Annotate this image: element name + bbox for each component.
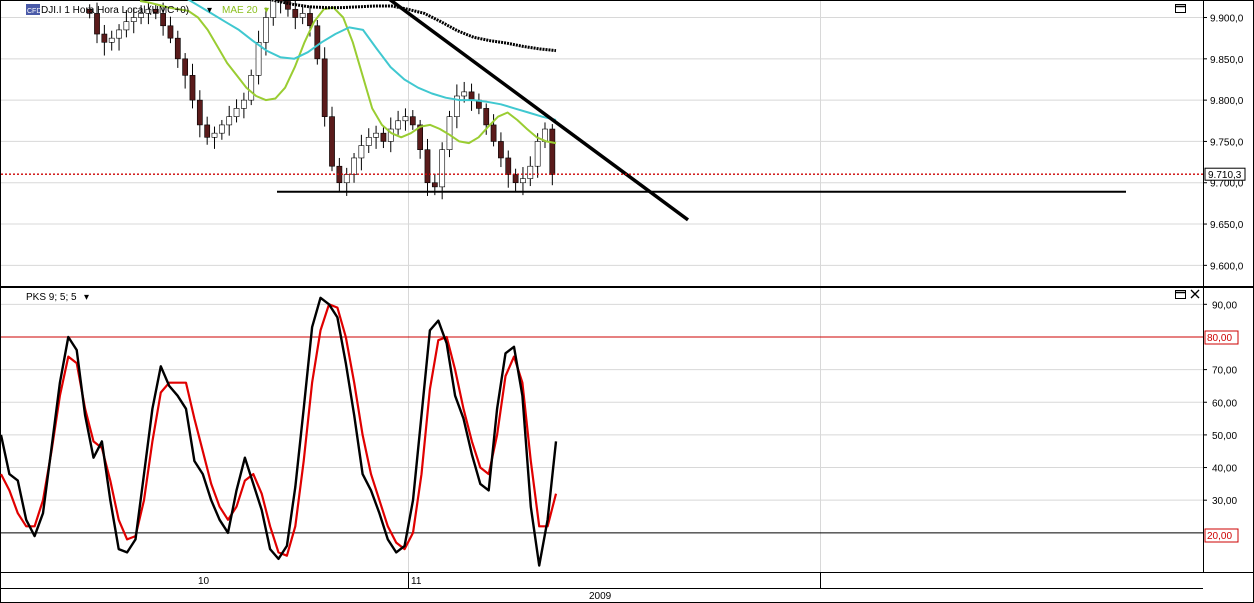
candle-body	[380, 132, 387, 142]
candle-body	[358, 145, 365, 159]
price-maximize-button[interactable]	[1175, 4, 1186, 13]
price-y-tick-label: 9.650,0	[1210, 220, 1244, 231]
candle-body	[292, 8, 299, 18]
osc-y-tick-label: 40,00	[1212, 464, 1237, 475]
price-y-tick-label: 9.750,0	[1210, 137, 1244, 148]
candle-body	[534, 141, 541, 167]
osc-y-tick-label: 90,00	[1212, 300, 1237, 311]
candle-body	[520, 178, 526, 184]
candle-body	[505, 157, 512, 175]
candle-body	[196, 99, 203, 126]
level-80-label: 80,00	[1207, 333, 1232, 344]
candle-body	[182, 58, 189, 76]
candle-body	[108, 37, 115, 43]
mae20-dropdown-icon[interactable]: ▾	[264, 5, 269, 16]
price-y-tick-label: 9.900,0	[1210, 14, 1244, 25]
candle-body	[307, 13, 313, 27]
candle-body	[211, 132, 218, 138]
candle-body	[270, 0, 277, 18]
candle-body	[321, 58, 328, 117]
oscillator-dropdown-icon[interactable]: ▾	[84, 292, 89, 303]
chart-background	[0, 0, 1254, 603]
osc-y-tick-label: 70,00	[1212, 366, 1237, 377]
candle-body	[174, 37, 181, 60]
chart-canvas: 9.900,09.850,09.800,09.750,09.700,09.650…	[0, 0, 1254, 603]
cfd-logo-text: CFD	[27, 8, 41, 15]
candle-body	[241, 99, 247, 109]
price-y-tick-label: 9.850,0	[1210, 55, 1244, 66]
candle-body	[409, 116, 416, 126]
price-y-tick-label: 9.800,0	[1210, 96, 1244, 107]
level-20-tag: 20,00	[1204, 528, 1239, 543]
level-20-label: 20,00	[1207, 531, 1232, 542]
osc-y-tick-label: 30,00	[1212, 496, 1237, 507]
candle-body	[365, 137, 372, 146]
candle-body	[395, 120, 401, 130]
osc-y-tick-label: 50,00	[1212, 431, 1237, 442]
osc-y-tick-label: 60,00	[1212, 398, 1237, 409]
candle-body	[549, 128, 556, 175]
candle-body	[314, 25, 321, 60]
candle-body	[431, 182, 438, 188]
x-day-label-10: 10	[198, 576, 210, 587]
candle-body	[498, 141, 504, 159]
x-year-label: 2009	[589, 591, 612, 602]
last-price-tag: 9.710,3	[1204, 167, 1246, 181]
candle-body	[402, 116, 409, 122]
candle-body	[130, 17, 137, 22]
candle-body	[439, 149, 446, 188]
price-header: CFD DJI.I 1 Hora Hora Local (UMC+0) ▾ MA…	[26, 4, 269, 16]
oscillator-maximize-button[interactable]	[1175, 290, 1186, 299]
candle-body	[101, 33, 108, 43]
candle-body	[512, 174, 519, 184]
candle-body	[94, 13, 100, 35]
candle-body	[343, 174, 350, 184]
candle-body	[468, 91, 475, 101]
candle-body	[167, 25, 174, 39]
candle-body	[263, 17, 269, 43]
x-day-label-11: 11	[411, 576, 422, 587]
candle-body	[490, 124, 497, 142]
candle-body	[351, 157, 357, 175]
candle-body	[116, 29, 122, 39]
candle-body	[299, 13, 306, 18]
price-y-tick-label: 9.600,0	[1210, 261, 1244, 272]
candle-body	[461, 91, 468, 97]
candle-body	[483, 108, 490, 126]
header-dropdown-icon[interactable]: ▾	[207, 5, 212, 16]
last-price-label: 9.710,3	[1208, 170, 1242, 181]
candle-body	[123, 21, 130, 31]
candle-body	[189, 75, 196, 101]
candle-body	[233, 108, 240, 117]
oscillator-header-title[interactable]: PKS 9; 5; 5	[26, 292, 77, 303]
candle-body	[248, 75, 255, 101]
candle-body	[226, 116, 233, 126]
mae20-legend[interactable]: MAE 20	[222, 5, 258, 16]
candle-body	[424, 149, 431, 184]
level-80-tag: 80,00	[1204, 330, 1239, 345]
price-header-title[interactable]: DJI.I 1 Hora Hora Local (UMC+0)	[41, 5, 189, 16]
candle-body	[373, 132, 379, 138]
candle-body	[204, 124, 211, 138]
candle-body	[329, 116, 335, 167]
candle-body	[527, 165, 534, 179]
candle-body	[218, 124, 225, 134]
